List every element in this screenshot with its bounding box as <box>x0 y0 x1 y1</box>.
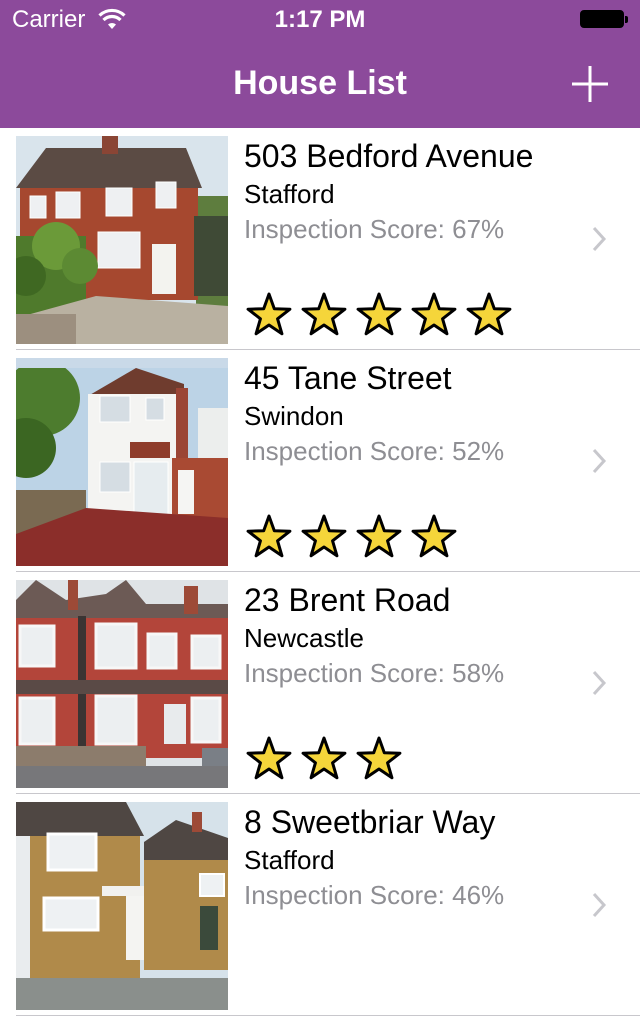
inspection-score: Inspection Score: 52% <box>244 436 505 466</box>
house-address: 503 Bedford Avenue <box>244 138 534 174</box>
chevron-right-icon <box>592 226 607 252</box>
star-icon <box>356 736 402 780</box>
house-list: 503 Bedford Avenue Stafford Inspection S… <box>0 128 640 1016</box>
house-town: Stafford <box>244 845 335 875</box>
house-row[interactable]: 503 Bedford Avenue Stafford Inspection S… <box>0 128 640 350</box>
house-address: 8 Sweetbriar Way <box>244 804 496 840</box>
star-icon <box>246 736 292 780</box>
star-icon <box>301 514 347 558</box>
house-photo <box>16 358 228 566</box>
star-icon <box>411 292 457 336</box>
star-icon <box>411 514 457 558</box>
star-rating <box>246 736 411 782</box>
add-button[interactable] <box>566 60 614 108</box>
inspection-score: Inspection Score: 58% <box>244 658 505 688</box>
house-address: 45 Tane Street <box>244 360 452 396</box>
house-town: Newcastle <box>244 623 364 653</box>
star-icon <box>466 292 512 336</box>
battery-icon <box>580 10 628 28</box>
navigation-bar: Carrier 1:17 PM House List <box>0 0 640 128</box>
house-row[interactable]: 23 Brent Road Newcastle Inspection Score… <box>0 572 640 794</box>
star-icon <box>246 514 292 558</box>
page-title: House List <box>233 64 407 102</box>
star-rating <box>246 292 521 338</box>
house-photo <box>16 136 228 344</box>
house-town: Swindon <box>244 401 344 431</box>
house-photo <box>16 802 228 1010</box>
star-icon <box>356 292 402 336</box>
chevron-right-icon <box>592 670 607 696</box>
house-address: 23 Brent Road <box>244 582 451 618</box>
status-time: 1:17 PM <box>274 6 366 33</box>
star-rating <box>246 514 466 560</box>
star-icon <box>246 292 292 336</box>
house-photo <box>16 580 228 788</box>
status-bar: Carrier 1:17 PM <box>0 0 640 40</box>
plus-icon <box>572 66 608 102</box>
star-icon <box>356 514 402 558</box>
house-row[interactable]: 45 Tane Street Swindon Inspection Score:… <box>0 350 640 572</box>
inspection-score: Inspection Score: 67% <box>244 214 505 244</box>
house-row[interactable]: 8 Sweetbriar Way Stafford Inspection Sco… <box>0 794 640 1016</box>
chevron-right-icon <box>592 448 607 474</box>
house-town: Stafford <box>244 179 335 209</box>
chevron-right-icon <box>592 892 607 918</box>
star-icon <box>301 736 347 780</box>
inspection-score: Inspection Score: 46% <box>244 880 505 910</box>
star-icon <box>301 292 347 336</box>
